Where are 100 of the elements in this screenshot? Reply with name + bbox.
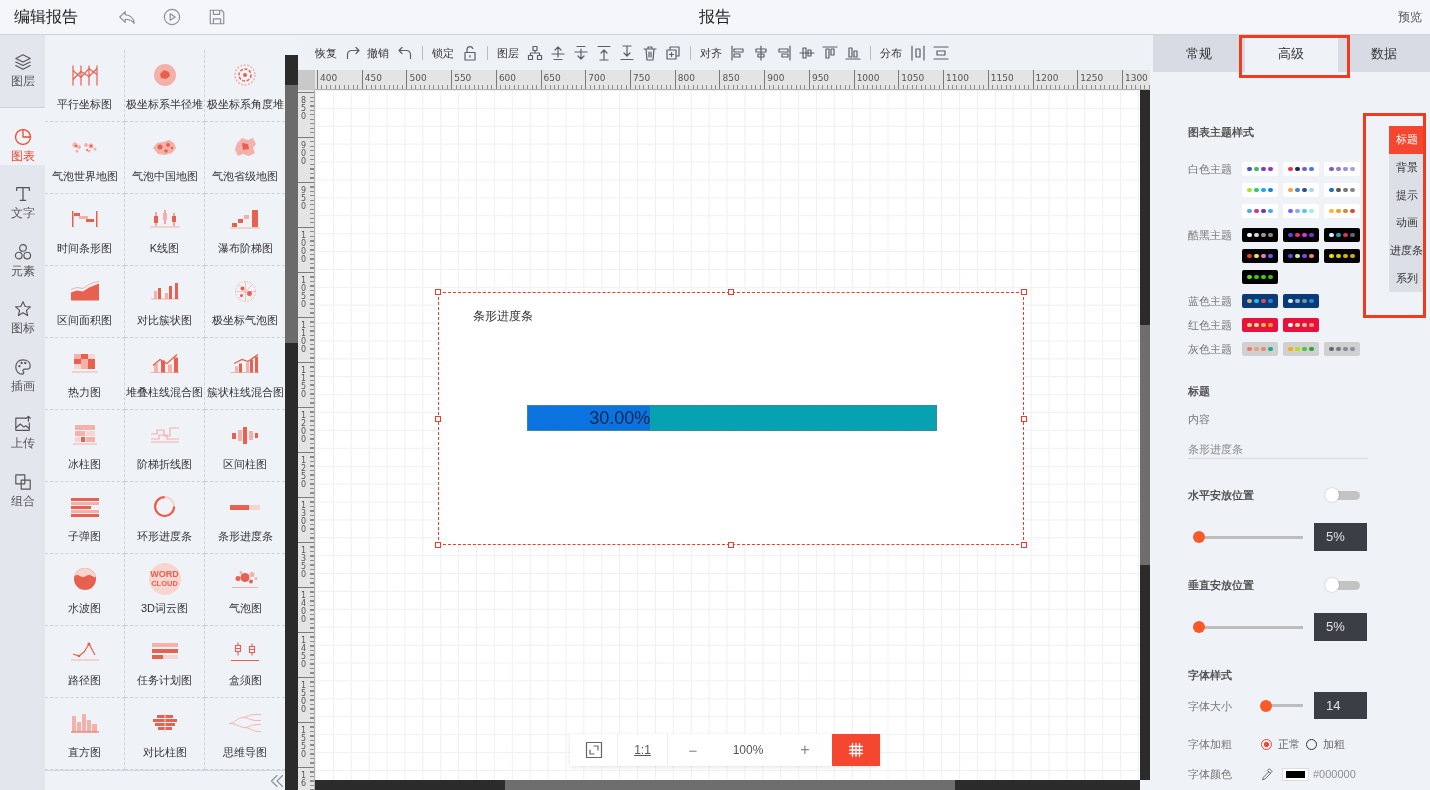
arrow-to-top-icon[interactable] bbox=[596, 44, 612, 61]
nav-tab[interactable]: 图标 bbox=[0, 280, 45, 338]
theme-swatch[interactable] bbox=[1283, 162, 1319, 176]
side-tab[interactable]: 提示 bbox=[1389, 181, 1424, 210]
chart-type-item[interactable]: 任务计划图 bbox=[125, 626, 205, 698]
resize-handle[interactable] bbox=[1021, 542, 1027, 548]
align-bottom-icon[interactable] bbox=[845, 44, 861, 61]
actual-size-button[interactable]: 1:1 bbox=[618, 734, 668, 766]
theme-swatch[interactable] bbox=[1242, 183, 1278, 197]
scrollbar-thumb[interactable] bbox=[505, 780, 955, 790]
chart-type-item[interactable]: 子弹图 bbox=[45, 482, 125, 554]
theme-swatch[interactable] bbox=[1324, 342, 1360, 356]
theme-swatch[interactable] bbox=[1324, 162, 1360, 176]
theme-swatch[interactable] bbox=[1324, 249, 1360, 263]
play-icon[interactable] bbox=[163, 8, 181, 26]
side-tab[interactable]: 动画 bbox=[1389, 209, 1424, 237]
chart-type-item[interactable]: 阶梯折线图 bbox=[125, 410, 205, 482]
theme-swatch[interactable] bbox=[1242, 294, 1278, 308]
resize-handle[interactable] bbox=[435, 289, 441, 295]
align-center-icon[interactable] bbox=[753, 44, 769, 61]
theme-swatch[interactable] bbox=[1242, 249, 1278, 263]
nav-tab[interactable]: 元素 bbox=[0, 222, 45, 280]
radio-option[interactable]: 正常 bbox=[1261, 736, 1300, 752]
chart-type-item[interactable]: 热力图 bbox=[45, 338, 125, 410]
duplicate-icon[interactable] bbox=[665, 44, 681, 61]
chart-type-item[interactable]: 平行坐标图 bbox=[45, 50, 125, 122]
scrollbar-thumb[interactable] bbox=[285, 85, 298, 343]
panel-tab[interactable]: 数据 bbox=[1337, 35, 1430, 72]
distribute-horizontal-icon[interactable] bbox=[910, 44, 926, 61]
align-left-icon[interactable] bbox=[730, 44, 746, 61]
color-picker-field[interactable] bbox=[1282, 767, 1309, 781]
chart-type-item[interactable]: 气泡中国地图 bbox=[125, 122, 205, 194]
save-icon[interactable] bbox=[208, 8, 226, 26]
nav-tab[interactable]: 组合 bbox=[0, 452, 45, 510]
chart-type-item[interactable]: 冰柱图 bbox=[45, 410, 125, 482]
theme-swatch[interactable] bbox=[1283, 249, 1319, 263]
chart-type-item[interactable]: 气泡世界地图 bbox=[45, 122, 125, 194]
resize-handle[interactable] bbox=[728, 289, 734, 295]
theme-swatch[interactable] bbox=[1283, 228, 1319, 242]
side-tab[interactable]: 系列 bbox=[1389, 264, 1424, 293]
number-field[interactable]: 5% bbox=[1314, 613, 1367, 641]
chart-type-item[interactable]: 路径图 bbox=[45, 626, 125, 698]
scrollbar-thumb[interactable] bbox=[1140, 325, 1150, 565]
arrow-up-line-icon[interactable] bbox=[550, 44, 566, 61]
align-top-icon[interactable] bbox=[822, 44, 838, 61]
distribute-vertical-icon[interactable] bbox=[933, 44, 949, 61]
chart-type-item[interactable]: 对比簇状图 bbox=[125, 266, 205, 338]
chart-type-item[interactable]: 极坐标系半径堆 bbox=[125, 50, 205, 122]
theme-swatch[interactable] bbox=[1242, 270, 1278, 284]
resize-handle[interactable] bbox=[728, 542, 734, 548]
resize-handle[interactable] bbox=[435, 415, 441, 422]
panel-tab[interactable]: 常规 bbox=[1153, 35, 1246, 72]
resize-handle[interactable] bbox=[1021, 415, 1027, 422]
radio-option[interactable]: 加粗 bbox=[1306, 736, 1345, 752]
double-chevron-left-icon[interactable] bbox=[270, 773, 284, 788]
scrollbar-track[interactable] bbox=[1140, 90, 1150, 780]
zoom-in-button[interactable]: + bbox=[778, 734, 832, 766]
nav-tab[interactable]: 插画 bbox=[0, 337, 45, 395]
theme-swatch[interactable] bbox=[1242, 342, 1278, 356]
hierarchy-icon[interactable] bbox=[527, 44, 543, 61]
theme-swatch[interactable] bbox=[1242, 204, 1278, 218]
nav-tab[interactable]: 文字 bbox=[0, 165, 45, 223]
preview-button[interactable]: 预览 bbox=[1398, 8, 1422, 26]
theme-swatch[interactable] bbox=[1283, 183, 1319, 197]
theme-swatch[interactable] bbox=[1324, 228, 1360, 242]
chart-type-item[interactable]: 对比柱图 bbox=[125, 698, 205, 770]
theme-swatch[interactable] bbox=[1283, 318, 1319, 332]
theme-swatch[interactable] bbox=[1242, 318, 1278, 332]
eyedropper-icon[interactable] bbox=[1260, 767, 1274, 781]
arrow-to-bottom-icon[interactable] bbox=[619, 44, 635, 61]
align-middle-icon[interactable] bbox=[799, 44, 815, 61]
back-arrow-icon[interactable] bbox=[118, 8, 136, 26]
slider-thumb[interactable] bbox=[1192, 531, 1205, 543]
nav-tab[interactable]: 上传 bbox=[0, 395, 45, 453]
chart-type-item[interactable]: 水波图 bbox=[45, 554, 125, 626]
chart-type-item[interactable]: 环形进度条 bbox=[125, 482, 205, 554]
grid-toggle-button[interactable] bbox=[832, 734, 880, 766]
chart-type-item[interactable]: 时间条形图 bbox=[45, 194, 125, 266]
chart-type-item[interactable]: K线图 bbox=[125, 194, 205, 266]
toolbar-button[interactable]: 锁定 bbox=[432, 44, 478, 61]
theme-swatch[interactable] bbox=[1242, 228, 1278, 242]
resize-handle[interactable] bbox=[435, 542, 441, 548]
chart-type-item[interactable]: 区间面积图 bbox=[45, 266, 125, 338]
chart-type-item[interactable]: 直方图 bbox=[45, 698, 125, 770]
toolbar-button[interactable]: 撤销 bbox=[367, 44, 413, 61]
number-field[interactable]: 14 bbox=[1314, 692, 1367, 719]
number-field[interactable]: 5% bbox=[1314, 523, 1367, 551]
theme-swatch[interactable] bbox=[1283, 204, 1319, 218]
chart-type-item[interactable]: 堆叠柱线混合图 bbox=[125, 338, 205, 410]
align-right-icon[interactable] bbox=[776, 44, 792, 61]
chart-widget[interactable]: 条形进度条 30.00% bbox=[438, 292, 1024, 545]
trash-icon[interactable] bbox=[642, 44, 658, 61]
slider-thumb[interactable] bbox=[1192, 621, 1205, 633]
side-tab[interactable]: 标题 bbox=[1389, 126, 1424, 154]
theme-swatch[interactable] bbox=[1324, 183, 1360, 197]
theme-swatch[interactable] bbox=[1242, 162, 1278, 176]
toolbar-button[interactable]: 恢复 bbox=[315, 44, 361, 61]
slider-thumb[interactable] bbox=[1260, 699, 1273, 712]
toggle-switch[interactable] bbox=[1325, 488, 1360, 502]
theme-swatch[interactable] bbox=[1283, 342, 1319, 356]
